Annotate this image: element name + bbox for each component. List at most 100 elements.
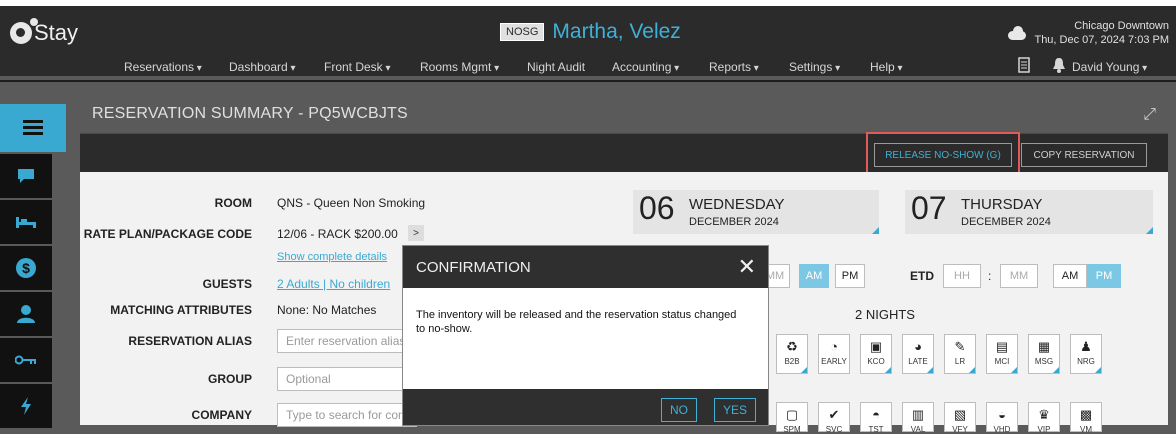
tag-vhd[interactable]: ◒ VHD xyxy=(986,402,1018,434)
lightning-icon[interactable] xyxy=(0,384,52,428)
current-datetime: Thu, Dec 07, 2024 7:03 PM xyxy=(1034,34,1169,46)
yes-button[interactable]: YES xyxy=(714,398,756,422)
matching-attributes-label: MATCHING ATTRIBUTES xyxy=(110,303,252,317)
weather-cloud-icon xyxy=(1008,26,1026,40)
arrival-corner-icon xyxy=(872,227,879,234)
etd-mm-input[interactable]: MM xyxy=(1000,264,1038,288)
copy-reservation-button[interactable]: COPY RESERVATION xyxy=(1021,143,1147,167)
reservation-alias-input[interactable]: Enter reservation alias xyxy=(277,329,417,353)
etd-separator: : xyxy=(988,269,992,283)
eta-pm-toggle[interactable]: PM xyxy=(835,264,865,288)
tag-vip[interactable]: ♛ VIP xyxy=(1028,402,1060,434)
crown-icon: ♛ xyxy=(1038,407,1050,422)
rate-details-arrow-icon[interactable]: > xyxy=(408,225,424,241)
chat-icon[interactable] xyxy=(0,154,52,198)
expand-icon[interactable]: ⤢ xyxy=(1143,106,1156,124)
main-nav: Reservations Dashboard Front Desk Rooms … xyxy=(0,54,1176,80)
dialog-footer: NO YES xyxy=(403,389,768,425)
rate-plan-value: 12/06 - RACK $200.00 xyxy=(277,227,398,241)
etd-label: ETD xyxy=(910,269,934,283)
nav-rooms-mgmt[interactable]: Rooms Mgmt xyxy=(420,60,499,74)
tag-svc[interactable]: ✔ SVC xyxy=(818,402,850,434)
nav-dashboard[interactable]: Dashboard xyxy=(229,60,296,74)
arrival-month: DECEMBER 2024 xyxy=(689,216,779,228)
tag-b2b[interactable]: ♻ B2B xyxy=(776,334,808,374)
tag-vfy[interactable]: ▧ VFY xyxy=(944,402,976,434)
tag-nrg[interactable]: ♟ NRG xyxy=(1070,334,1102,374)
guest-name[interactable]: Martha, Velez xyxy=(552,20,680,44)
checkout-doc-icon: ▣ xyxy=(869,339,883,354)
tag-msg[interactable]: ▦ MSG xyxy=(1028,334,1060,374)
close-icon[interactable]: ✕ xyxy=(738,254,756,280)
eta-am-toggle[interactable]: AM xyxy=(799,264,829,288)
tag-spm[interactable]: ▢ SPM xyxy=(776,402,808,434)
voicemail-icon: ▩ xyxy=(1079,407,1093,422)
car-icon: ◓ xyxy=(872,407,880,422)
departure-date[interactable]: 07 THURSDAY DECEMBER 2024 xyxy=(905,190,1153,234)
rate-plan-label: RATE PLAN/PACKAGE CODE xyxy=(83,227,252,241)
nav-front-desk[interactable]: Front Desk xyxy=(324,60,391,74)
wrench-icon: ✔ xyxy=(828,407,840,422)
tag-vm[interactable]: ▩ VM xyxy=(1070,402,1102,434)
tag-val[interactable]: ▥ VAL xyxy=(902,402,934,434)
nav-reservations[interactable]: Reservations xyxy=(124,60,202,74)
confirmation-dialog: CONFIRMATION ✕ The inventory will be rel… xyxy=(403,246,768,425)
status-badge: NOSG xyxy=(500,23,545,41)
guest-profile-icon[interactable] xyxy=(0,292,52,336)
matching-attributes-value: None: No Matches xyxy=(277,303,377,317)
etd-pm-toggle[interactable]: PM xyxy=(1087,264,1121,288)
app-logo[interactable]: Stay xyxy=(10,18,79,46)
bed-icon[interactable] xyxy=(0,200,52,244)
show-details-link[interactable]: Show complete details xyxy=(277,251,387,263)
svg-text:$: $ xyxy=(22,260,30,276)
arrival-date[interactable]: 06 WEDNESDAY DECEMBER 2024 xyxy=(633,190,879,234)
panel-header: RESERVATION SUMMARY - PQ5WCBJTS ⤢ xyxy=(80,94,1168,134)
tag-mci[interactable]: ▤ MCI xyxy=(986,334,1018,374)
page-title: RESERVATION SUMMARY - PQ5WCBJTS xyxy=(92,105,408,122)
no-button[interactable]: NO xyxy=(661,398,697,422)
person-edit-icon: ♟ xyxy=(1080,339,1092,354)
nav-accounting[interactable]: Accounting xyxy=(612,60,679,74)
bell-icon[interactable] xyxy=(1052,57,1066,77)
dialog-title: CONFIRMATION xyxy=(416,259,531,276)
nav-divider xyxy=(0,80,1176,82)
left-rail: $ xyxy=(0,104,66,428)
nav-settings[interactable]: Settings xyxy=(789,60,840,74)
room-label: ROOM xyxy=(214,196,252,210)
dialog-header: CONFIRMATION ✕ xyxy=(403,246,768,288)
group-input[interactable]: Optional xyxy=(277,367,417,391)
billing-dollar-icon[interactable]: $ xyxy=(0,246,52,290)
app-name: Stay xyxy=(34,20,79,45)
message-doc-icon: ▦ xyxy=(1037,339,1051,354)
menu-list-icon[interactable] xyxy=(0,104,66,152)
notepad-icon[interactable] xyxy=(1018,57,1030,77)
tag-tst[interactable]: ◓ TST xyxy=(860,402,892,434)
luggage-icon: ▥ xyxy=(911,407,925,422)
logo-mark-icon xyxy=(10,18,38,44)
clock-late-icon: ◕ xyxy=(914,339,922,354)
guests-link[interactable]: 2 Adults | No children xyxy=(277,277,390,291)
vehicle-icon: ◒ xyxy=(998,407,1006,422)
property-info: Chicago Downtown Thu, Dec 07, 2024 7:03 … xyxy=(1034,19,1169,47)
clock-early-icon: ◔ xyxy=(830,339,838,354)
key-icon[interactable] xyxy=(0,338,52,382)
etd-hh-input[interactable]: HH xyxy=(943,264,981,288)
nav-reports[interactable]: Reports xyxy=(709,60,759,74)
nav-help[interactable]: Help xyxy=(870,60,903,74)
tag-late[interactable]: ◕ LATE xyxy=(902,334,934,374)
group-label: GROUP xyxy=(207,372,252,386)
nav-night-audit[interactable]: Night Audit xyxy=(527,60,585,74)
tag-kco[interactable]: ▣ KCO xyxy=(860,334,892,374)
nights-count: 2 NIGHTS xyxy=(855,307,915,322)
user-menu[interactable]: David Young xyxy=(1072,60,1147,74)
pen-icon: ✎ xyxy=(954,339,966,354)
departure-weekday: THURSDAY xyxy=(961,196,1043,213)
tag-lr[interactable]: ✎ LR xyxy=(944,334,976,374)
checkin-doc-icon: ▤ xyxy=(995,339,1009,354)
company-input[interactable]: Type to search for company xyxy=(277,403,417,427)
tag-early[interactable]: ◔ EARLY xyxy=(818,334,850,374)
guest-header: NOSG Martha, Velez xyxy=(500,20,681,44)
guests-label: GUESTS xyxy=(202,277,252,291)
calendar-icon: ▢ xyxy=(785,407,799,422)
etd-am-toggle[interactable]: AM xyxy=(1053,264,1087,288)
